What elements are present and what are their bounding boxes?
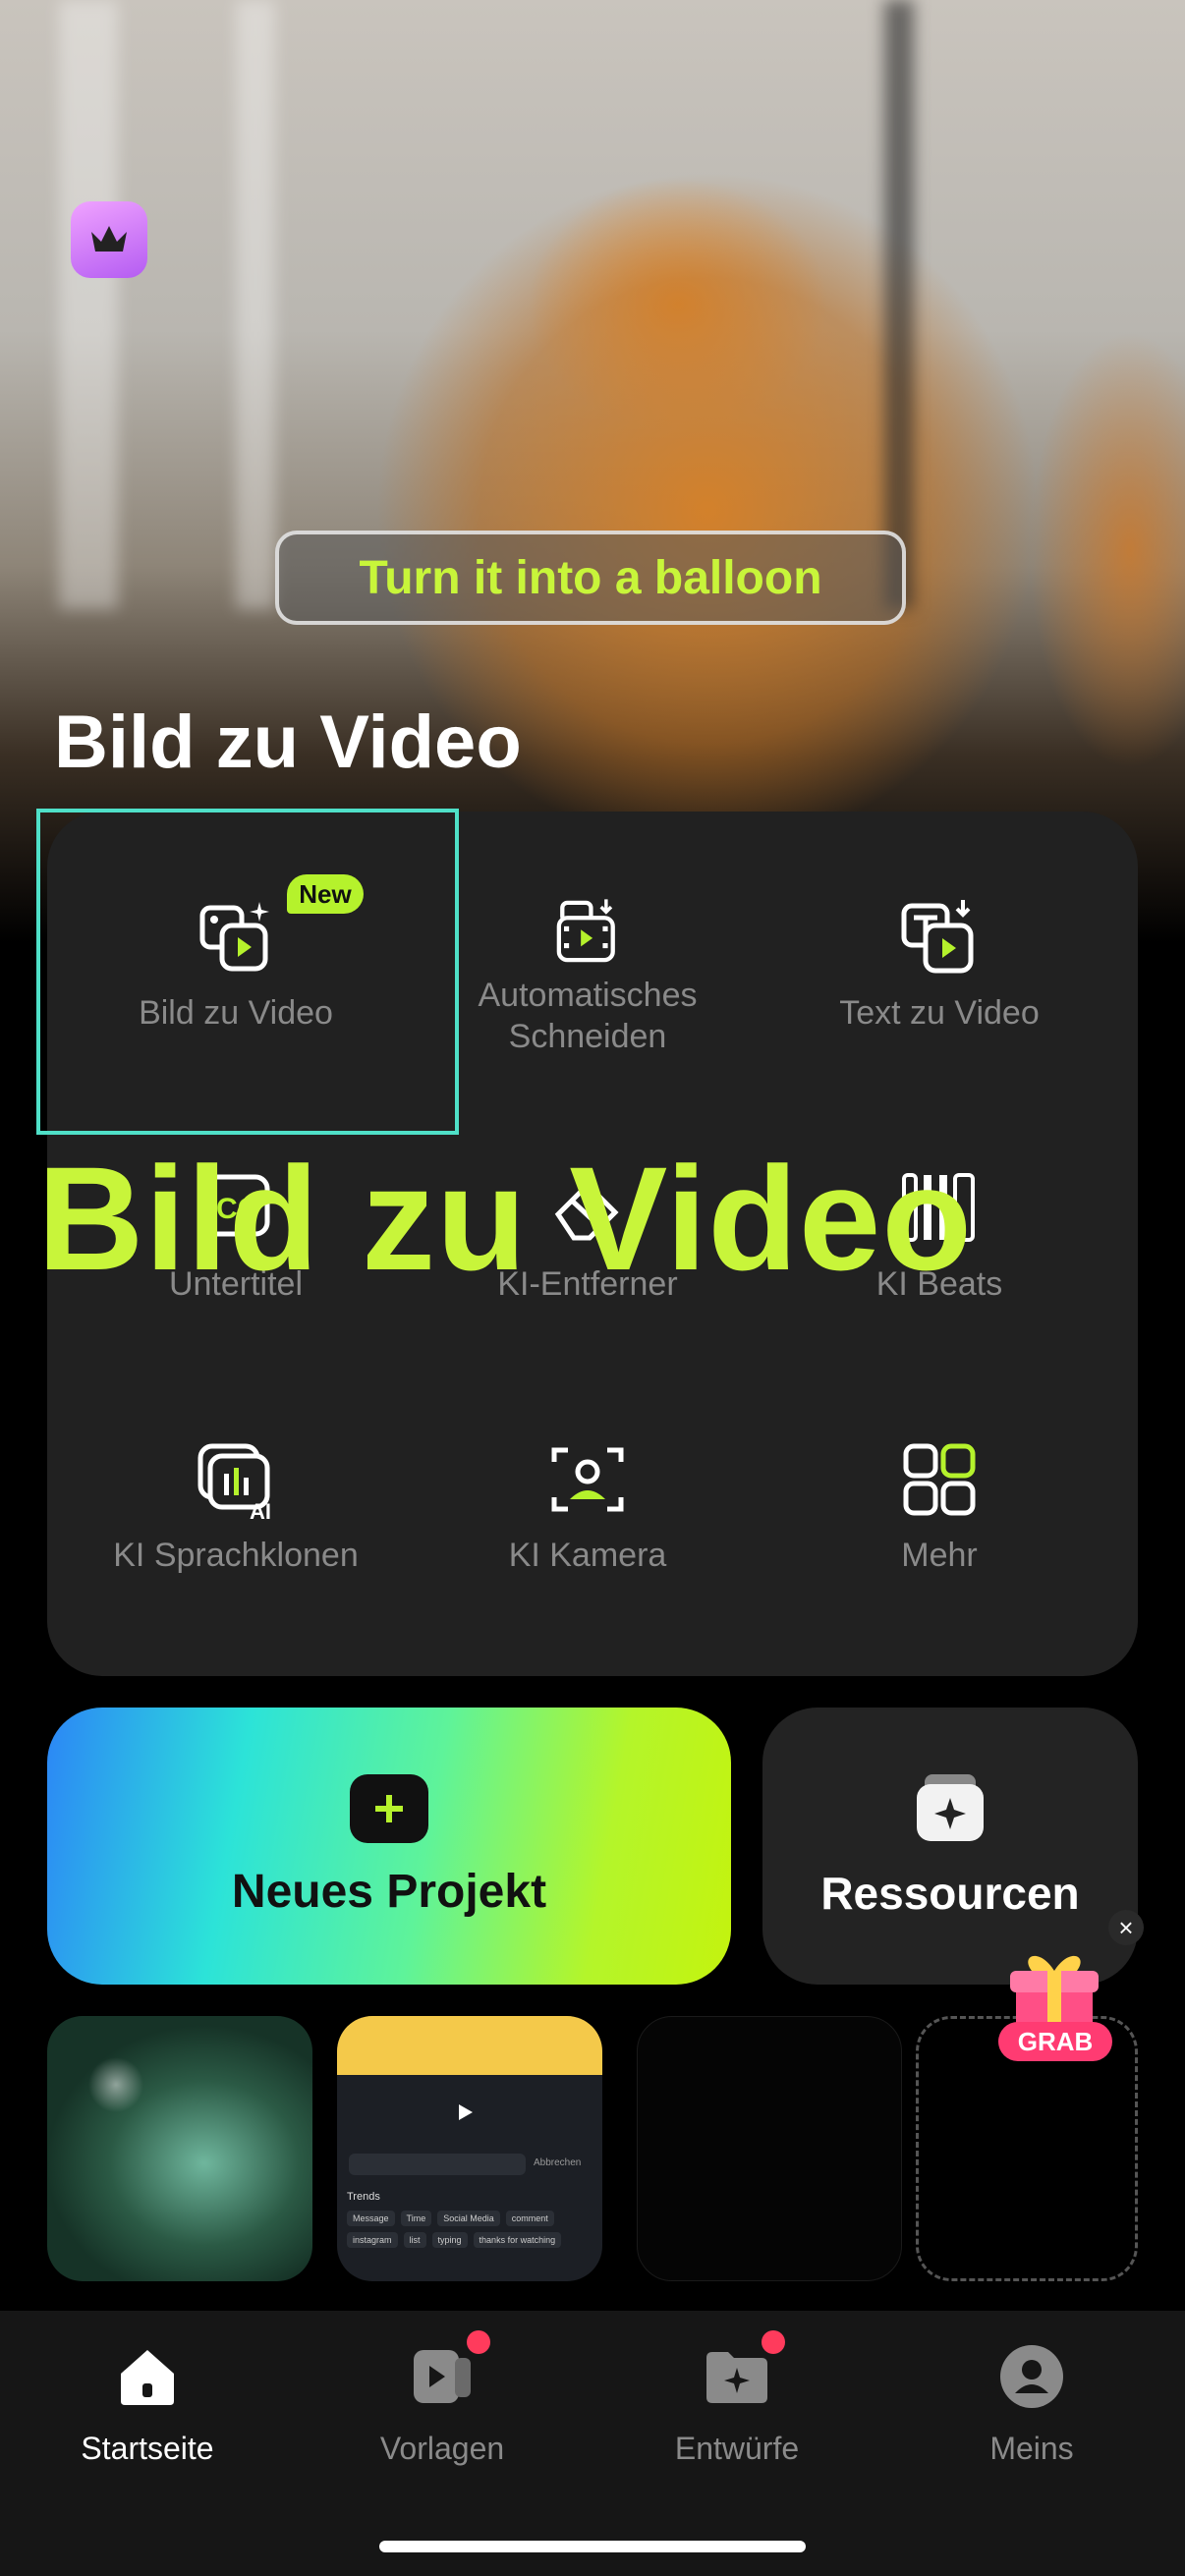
draft-thumbnail[interactable]: Abbrechen Trends Message Time Social Med… [337,2016,602,2281]
resources-label: Ressourcen [820,1868,1080,1919]
trend-chips: Message Time Social Media comment instag… [347,2211,596,2248]
plus-icon [350,1774,428,1843]
trend-chip: Time [400,2211,432,2226]
more-grid-icon [903,1443,976,1516]
templates-icon-wrap [406,2330,490,2413]
crown-icon [91,226,127,252]
tab-label: Vorlagen [379,2431,505,2466]
trends-label: Trends [347,2191,380,2203]
templates-icon [414,2350,471,2403]
home-indicator [379,2541,806,2552]
tool-ki-kamera[interactable]: KI Kamera [411,1354,764,1599]
tab-startseite[interactable]: Startseite [0,2340,295,2467]
auto-cut-icon [556,899,615,963]
drafts-icon-wrap [701,2330,785,2413]
grab-badge[interactable]: GRAB [998,2022,1112,2061]
tab-label: Meins [989,2431,1074,2466]
thumbnail-header [337,2016,602,2075]
tab-label: Entwürfe [674,2431,800,2466]
cancel-text: Abbrechen [534,2157,582,2168]
tool-label: KI Sprachklonen [113,1537,359,1574]
tab-entwuerfe[interactable]: Entwürfe [590,2330,884,2467]
prompt-caption-pill: Turn it into a balloon [275,531,906,625]
tool-label: KI Kamera [508,1537,667,1574]
notification-dot [762,2330,785,2354]
profile-icon [1000,2345,1063,2408]
ai-camera-icon [551,1447,624,1512]
resources-icon [917,1774,984,1841]
tab-vorlagen[interactable]: Vorlagen [295,2330,590,2467]
draft-thumbnail[interactable] [637,2016,902,2281]
new-project-label: Neues Projekt [231,1866,547,1918]
hero-title: Bild zu Video [54,700,522,784]
svg-text:AI: AI [250,1499,271,1521]
window-light [236,0,275,609]
voice-clone-icon: AI [198,1443,271,1521]
overlay-annotation-label: Bild zu Video [37,1136,973,1301]
trend-chip: instagram [347,2232,398,2248]
tool-automatisches-schneiden[interactable]: Automatisches Schneiden [411,812,764,1057]
bottom-tab-bar: Startseite Vorlagen Entwürfe Meins [0,2311,1185,2576]
drafts-icon [706,2352,767,2403]
trend-chip: comment [505,2211,554,2226]
tool-label: Automatisches Schneiden [478,977,698,1055]
tool-text-zu-video[interactable]: Text zu Video [762,812,1116,1057]
window-frame [884,0,914,609]
tab-label: Startseite [81,2431,214,2466]
tool-mehr[interactable]: Mehr [762,1354,1116,1599]
trend-chip: Social Media [437,2211,500,2226]
search-bar [349,2154,526,2175]
window-light [59,0,118,609]
draft-thumbnail[interactable] [47,2016,312,2281]
home-icon [121,2350,174,2405]
trend-chip: list [403,2232,426,2248]
new-project-button[interactable]: Neues Projekt [47,1708,731,1985]
focus-highlight-box [36,809,459,1135]
play-icon [459,2104,473,2120]
tool-ki-sprachklonen[interactable]: AI KI Sprachklonen [59,1354,413,1599]
notification-dot [467,2330,490,2354]
premium-crown-button[interactable] [71,201,147,278]
hero-banner[interactable] [0,0,1185,943]
trend-chip: thanks for watching [473,2232,562,2248]
tool-label: Text zu Video [839,994,1040,1032]
text-to-video-icon [901,900,974,974]
tool-label: Mehr [901,1537,978,1574]
tab-meins[interactable]: Meins [884,2340,1179,2467]
trend-chip: typing [431,2232,468,2248]
trend-chip: Message [347,2211,395,2226]
